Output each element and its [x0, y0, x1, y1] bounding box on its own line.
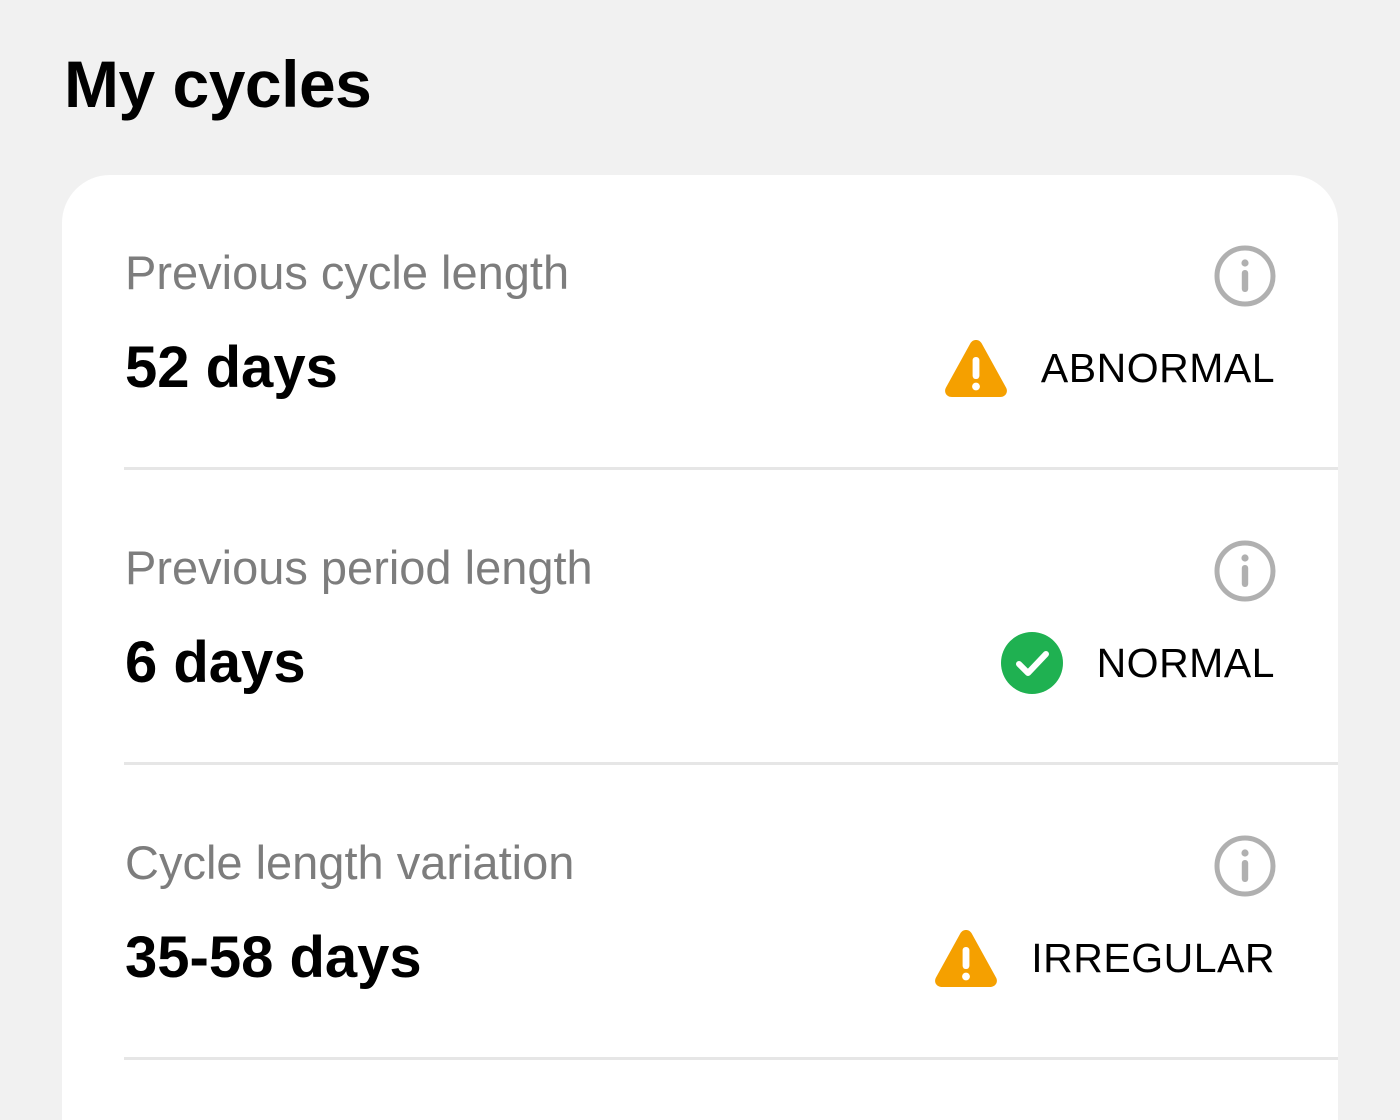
status-text: ABNORMAL	[1040, 345, 1275, 391]
check-circle-icon	[999, 630, 1065, 696]
info-icon[interactable]	[1214, 245, 1276, 307]
metric-label: Previous cycle length	[125, 246, 570, 299]
cycles-card: Previous cycle length 52 days ABNORMAL P…	[62, 175, 1338, 1120]
metric-value: 52 days	[125, 335, 338, 400]
metric-label: Cycle length variation	[125, 836, 575, 889]
status-badge: NORMAL	[999, 630, 1275, 696]
metric-row-previous-period-length: Previous period length 6 days NORMAL	[62, 470, 1338, 765]
warning-icon	[943, 335, 1009, 401]
metric-label: Previous period length	[125, 541, 593, 594]
divider	[124, 1057, 1338, 1060]
metric-value: 35-58 days	[125, 925, 422, 990]
status-text: NORMAL	[1096, 640, 1275, 686]
warning-icon	[933, 925, 999, 991]
info-icon[interactable]	[1214, 835, 1276, 897]
metric-value: 6 days	[125, 630, 306, 695]
info-icon[interactable]	[1214, 540, 1276, 602]
page-title: My cycles	[64, 47, 372, 121]
status-badge: ABNORMAL	[943, 335, 1275, 401]
metric-row-cycle-length-variation: Cycle length variation 35-58 days IRREGU…	[62, 765, 1338, 1060]
my-cycles-page: My cycles Previous cycle length 52 days	[0, 0, 1400, 1120]
status-badge: IRREGULAR	[933, 925, 1275, 991]
status-text: IRREGULAR	[1031, 935, 1275, 981]
metric-row-previous-cycle-length: Previous cycle length 52 days ABNORMAL	[62, 175, 1338, 470]
